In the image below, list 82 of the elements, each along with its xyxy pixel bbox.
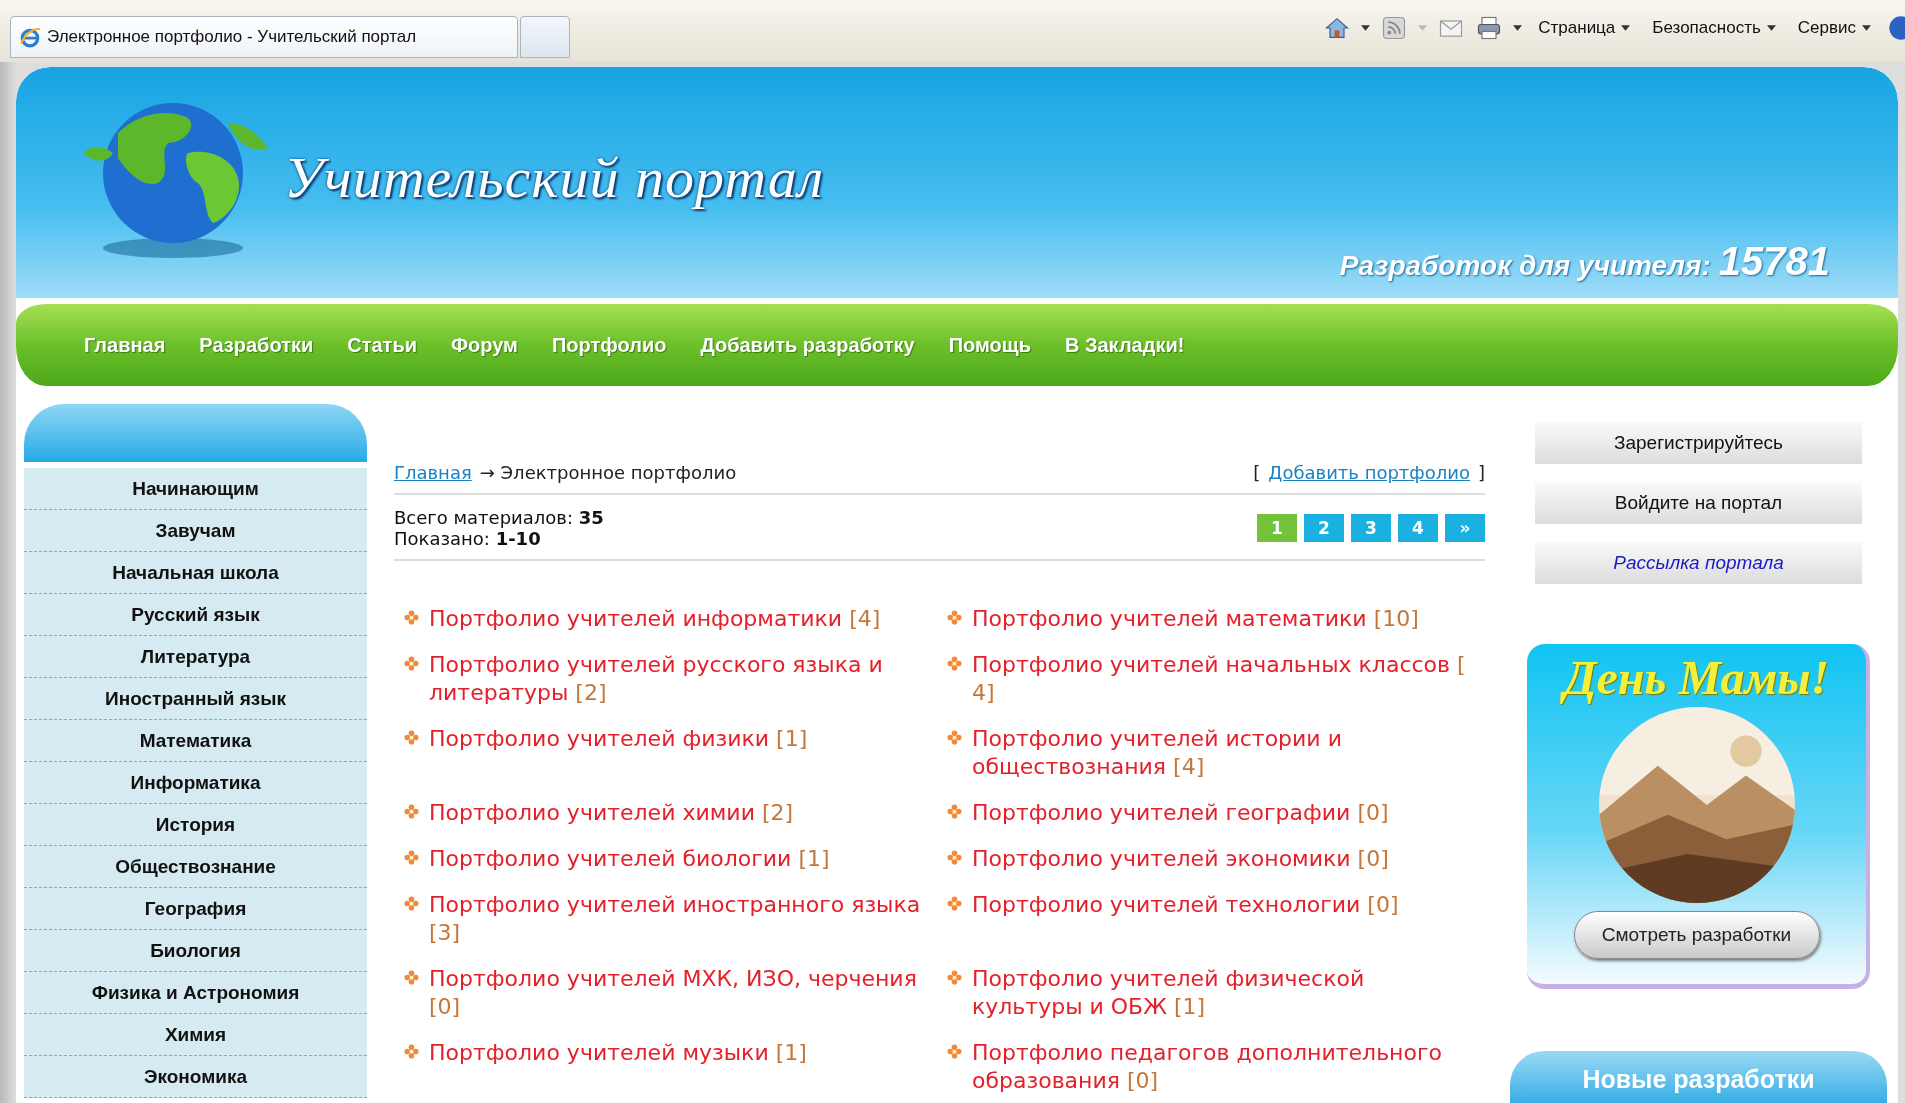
sidebar-item[interactable]: Биология <box>24 930 367 972</box>
bullet-icon <box>404 970 419 985</box>
bullet-icon <box>404 1044 419 1059</box>
caret-icon <box>1862 25 1871 31</box>
tab-title: Электронное портфолио - Учительский портал <box>47 27 417 47</box>
bracket-text: [ <box>1253 462 1261 483</box>
bullet-icon <box>404 850 419 865</box>
add-portfolio-link[interactable]: Добавить портфолио <box>1268 462 1470 483</box>
bracket-text: ] <box>1477 462 1485 483</box>
portfolio-link[interactable]: Портфолио учителей информатики [4] <box>429 605 934 633</box>
bullet-icon <box>947 850 962 865</box>
bullet-icon <box>947 896 962 911</box>
sidebar-item[interactable]: Начинающим <box>24 468 367 510</box>
view-materials-button[interactable]: Смотреть разработки <box>1573 911 1820 959</box>
caret-icon[interactable] <box>1513 25 1523 31</box>
browser-logo-icon <box>19 26 41 48</box>
breadcrumb-current: → Электронное портфолио <box>479 462 737 483</box>
nav-link[interactable]: Главная <box>84 333 166 357</box>
bullet-icon <box>947 610 962 625</box>
nav-link[interactable]: Добавить разработку <box>700 333 915 357</box>
bullet-icon <box>404 610 419 625</box>
sidebar-item[interactable]: Математика <box>24 720 367 762</box>
counter-value: 15781 <box>1718 239 1830 283</box>
browser-tab[interactable]: Электронное портфолио - Учительский портал <box>10 16 518 58</box>
portfolio-link[interactable]: Портфолио учителей истории и обществознания [4] <box>972 725 1477 781</box>
bullet-icon <box>404 656 419 671</box>
account-link[interactable]: Войдите на портал <box>1535 482 1862 524</box>
toolbar-menu[interactable]: Сервис <box>1791 18 1877 38</box>
portfolio-link[interactable]: Портфолио учителей начальных классов [ 4] <box>972 651 1477 707</box>
account-link[interactable]: Рассылка портала <box>1535 542 1862 584</box>
page-button[interactable]: 4 <box>1398 514 1438 542</box>
portfolio-link[interactable]: Портфолио учителей физики [1] <box>429 725 934 753</box>
sidebar-item[interactable]: Экономика <box>24 1056 367 1098</box>
portfolio-link[interactable]: Портфолио учителей экономики [0] <box>972 845 1477 873</box>
counter-label: Разработок для учителя: <box>1339 250 1711 281</box>
portfolio-link[interactable]: Портфолио учителей музыки [1] <box>429 1039 934 1067</box>
bullet-icon <box>947 1044 962 1059</box>
caret-icon[interactable] <box>1361 25 1371 31</box>
sidebar-item[interactable]: География <box>24 888 367 930</box>
section-title: Новые разработки <box>1582 1065 1815 1095</box>
bullet-icon <box>404 896 419 911</box>
sidebar-item[interactable]: Завучам <box>24 510 367 552</box>
portfolio-link[interactable]: Портфолио учителей МХК, ИЗО, черчения [0] <box>429 965 934 1021</box>
sidebar-item[interactable]: Литература <box>24 636 367 678</box>
bullet-icon <box>404 804 419 819</box>
nav-link[interactable]: Разработки <box>199 333 314 357</box>
caret-icon <box>1766 25 1776 31</box>
account-link[interactable]: Зарегистрируйтесь <box>1535 422 1862 464</box>
portfolio-link[interactable]: Портфолио учителей технологии [0] <box>972 891 1477 919</box>
portfolio-link[interactable]: Портфолио учителей химии [2] <box>429 799 934 827</box>
portfolio-link[interactable]: Портфолио учителей русского языка и литературы [2] <box>429 651 934 707</box>
nav-link[interactable]: Помощь <box>948 333 1031 357</box>
sidebar-item[interactable]: Химия <box>24 1014 367 1056</box>
sidebar-item[interactable]: Начальная школа <box>24 552 367 594</box>
bullet-icon <box>947 656 962 671</box>
toolbar-menu[interactable]: Страница <box>1532 18 1637 38</box>
nav-link[interactable]: В Закладки! <box>1064 333 1185 357</box>
sidebar-item[interactable]: Русский язык <box>24 594 367 636</box>
sidebar-item[interactable]: История <box>24 804 367 846</box>
stats-text: Всего материалов: 35 <box>394 507 604 528</box>
breadcrumb-link[interactable]: Главная <box>394 462 472 483</box>
bullet-icon <box>947 804 962 819</box>
stats-text: Показано: 1-10 <box>394 528 542 549</box>
portfolio-link[interactable]: Портфолио учителей биологии [1] <box>429 845 934 873</box>
sidebar-item[interactable]: Информатика <box>24 762 367 804</box>
page-button[interactable]: 2 <box>1304 514 1344 542</box>
sidebar-item[interactable]: Обществознание <box>24 846 367 888</box>
toolbar-menu[interactable]: Безопасность <box>1646 18 1782 38</box>
caret-icon <box>1621 25 1631 31</box>
portfolio-link[interactable]: Портфолио педагогов дополнительного образования [0] <box>972 1039 1477 1095</box>
portfolio-link[interactable]: Портфолио учителей физической культуры и ОБЖ [1] <box>972 965 1477 1021</box>
portfolio-link[interactable]: Портфолио учителей иностранного языка [3] <box>429 891 934 947</box>
bullet-icon <box>947 970 962 985</box>
nav-link[interactable]: Статьи <box>347 333 417 357</box>
page-button[interactable]: 3 <box>1351 514 1391 542</box>
sidebar-item[interactable]: Физика и Астрономия <box>24 972 367 1014</box>
sidebar-item[interactable]: Иностранный язык <box>24 678 367 720</box>
portfolio-link[interactable]: Портфолио учителей географии [0] <box>972 799 1477 827</box>
bullet-icon <box>947 730 962 745</box>
portfolio-link[interactable]: Портфолио учителей математики [10] <box>972 605 1477 633</box>
bullet-icon <box>404 730 419 745</box>
page-button[interactable]: » <box>1445 514 1485 542</box>
